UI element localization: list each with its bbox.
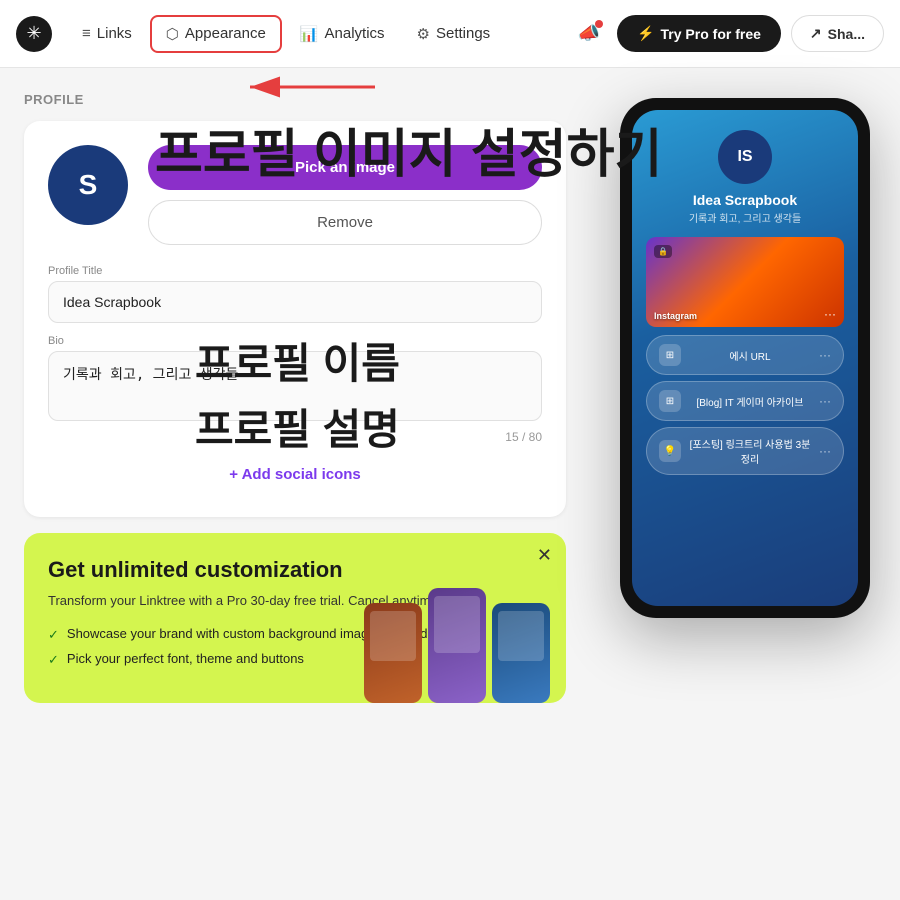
promo-images (364, 588, 550, 703)
nav-appearance[interactable]: ⬡ Appearance (150, 15, 282, 53)
profile-card: S Pick an image Remove Profile Title Bio… (24, 121, 566, 517)
nav-settings-label: Settings (436, 25, 490, 42)
logo[interactable]: ✳ (16, 16, 52, 52)
lock-badge: 🔒 (654, 245, 672, 258)
phone-avatar: IS (718, 130, 772, 184)
notification-button[interactable]: 📣 (571, 16, 607, 52)
right-panel: IS Idea Scrapbook 기록과 회고, 그리고 생각들 🔒 Inst… (590, 68, 900, 900)
bio-input[interactable]: 기록과 회고, 그리고 생각들 (48, 351, 542, 421)
share-icon: ↗ (810, 25, 822, 42)
phone-banner-dots[interactable]: ··· (824, 307, 836, 321)
nav-analytics-label: Analytics (325, 25, 385, 42)
appearance-icon: ⬡ (166, 25, 179, 43)
bio-group: Bio 기록과 회고, 그리고 생각들 15 / 80 (48, 335, 542, 444)
phone-link-text-2: [Blog] IT 게이머 아카이브 (689, 394, 811, 409)
check-icon-1: ✓ (48, 626, 59, 644)
header-right: 📣 ⚡ Try Pro for free ↗ Sha... (571, 15, 884, 52)
phone-frame: IS Idea Scrapbook 기록과 회고, 그리고 생각들 🔒 Inst… (620, 98, 870, 618)
main-content: Profile S Pick an image Remove Profile T… (0, 68, 900, 900)
profile-top: S Pick an image Remove (48, 145, 542, 245)
phone-bio: 기록과 회고, 그리고 생각들 (646, 210, 844, 225)
promo-close-button[interactable]: ✕ (537, 545, 552, 566)
nav-appearance-label: Appearance (185, 25, 266, 42)
phone-link-more-1[interactable]: ··· (819, 348, 831, 362)
share-button[interactable]: ↗ Sha... (791, 15, 884, 52)
nav-links[interactable]: ≡ Links (68, 17, 146, 50)
phone-link-text-3: [포스팅] 링크트리 사용법 3분정리 (689, 436, 811, 466)
bolt-icon: ⚡ (637, 25, 654, 42)
phone-link-text-1: 에시 URL (689, 348, 811, 363)
promo-title: Get unlimited customization (48, 557, 542, 583)
settings-icon: ⚙ (417, 25, 430, 43)
links-icon: ≡ (82, 25, 91, 42)
profile-title-label: Profile Title (48, 265, 542, 277)
promo-preview-3 (492, 603, 550, 703)
left-panel: Profile S Pick an image Remove Profile T… (0, 68, 590, 900)
analytics-icon: 📊 (300, 25, 319, 43)
phone-link-3[interactable]: 💡 [포스팅] 링크트리 사용법 3분정리 ··· (646, 427, 844, 475)
profile-title-input[interactable] (48, 281, 542, 323)
notification-dot (595, 20, 603, 28)
nav-settings[interactable]: ⚙ Settings (403, 17, 505, 51)
phone-banner-label: Instagram (654, 311, 697, 321)
pick-image-button[interactable]: Pick an image (148, 145, 542, 190)
char-count: 15 / 80 (48, 430, 542, 444)
phone-link-more-3[interactable]: ··· (819, 444, 831, 458)
promo-card: ✕ Get unlimited customization Transform … (24, 533, 566, 703)
phone-link-icon-2: ⊞ (659, 390, 681, 412)
promo-preview-1 (364, 603, 422, 703)
nav-links-label: Links (97, 25, 132, 42)
try-pro-label: Try Pro for free (661, 26, 761, 42)
phone-link-icon-1: ⊞ (659, 344, 681, 366)
profile-title-group: Profile Title (48, 265, 542, 323)
phone-link-2[interactable]: ⊞ [Blog] IT 게이머 아카이브 ··· (646, 381, 844, 421)
promo-preview-2 (428, 588, 486, 703)
nav-analytics[interactable]: 📊 Analytics (286, 17, 399, 51)
image-buttons: Pick an image Remove (148, 145, 542, 245)
phone-name: Idea Scrapbook (646, 192, 844, 208)
remove-button[interactable]: Remove (148, 200, 542, 245)
share-label: Sha... (828, 26, 865, 42)
add-social-button[interactable]: + Add social icons (48, 456, 542, 493)
phone-banner: 🔒 Instagram ··· (646, 237, 844, 327)
phone-link-1[interactable]: ⊞ 에시 URL ··· (646, 335, 844, 375)
avatar: S (48, 145, 128, 225)
phone-screen: IS Idea Scrapbook 기록과 회고, 그리고 생각들 🔒 Inst… (632, 110, 858, 606)
bio-label: Bio (48, 335, 542, 347)
phone-link-icon-3: 💡 (659, 440, 681, 462)
try-pro-button[interactable]: ⚡ Try Pro for free (617, 15, 781, 52)
header: ✳ ≡ Links ⬡ Appearance 📊 Analytics ⚙ Set… (0, 0, 900, 68)
phone-link-more-2[interactable]: ··· (819, 394, 831, 408)
phone-content: IS Idea Scrapbook 기록과 회고, 그리고 생각들 🔒 Inst… (632, 110, 858, 606)
profile-section-label: Profile (24, 92, 566, 107)
check-icon-2: ✓ (48, 651, 59, 669)
